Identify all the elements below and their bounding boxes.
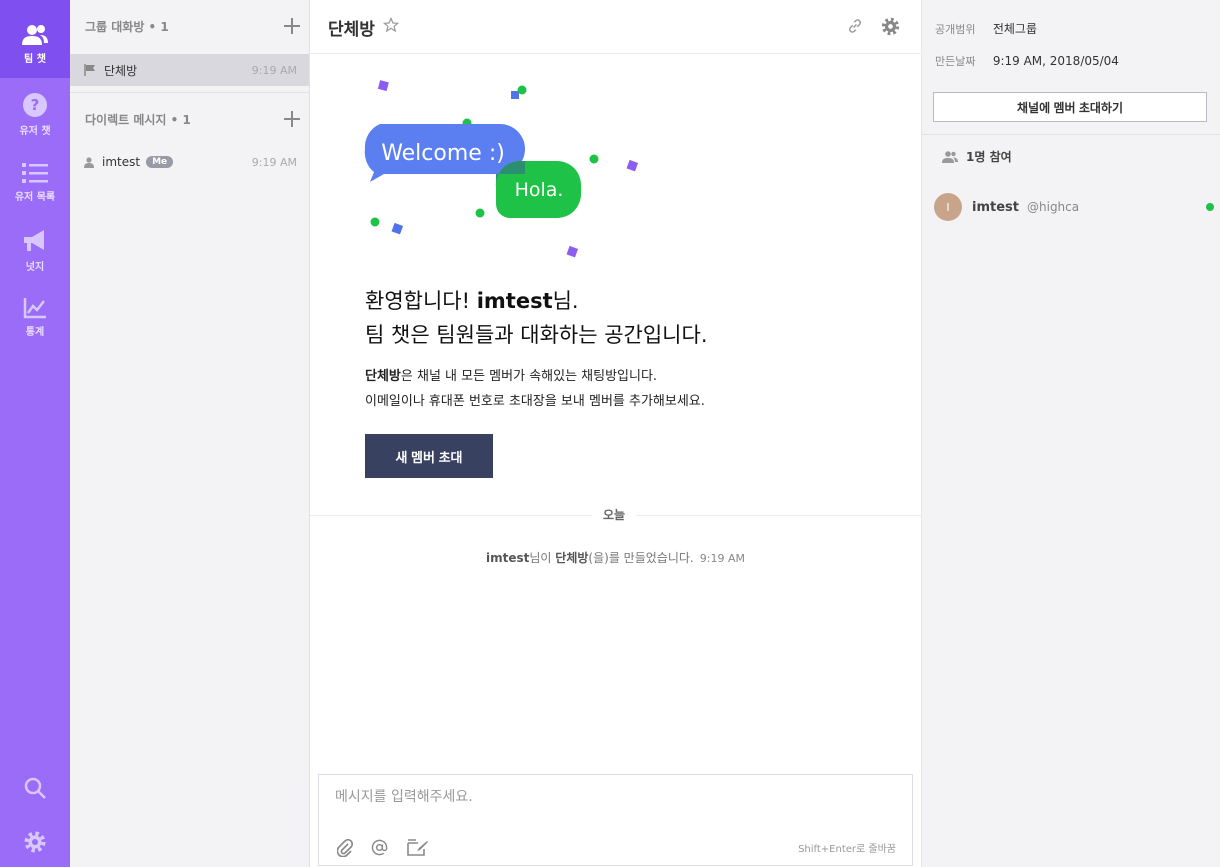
created-value: 9:19 AM, 2018/05/04 [992,54,1119,68]
invite-member-button[interactable]: 새 멤버 초대 [365,434,493,478]
group-room-time: 9:19 AM [251,63,297,77]
rail-settings-button[interactable] [0,830,70,856]
system-message: imtest님이 단체방(을)를 만들었습니다. 9:19 AM [310,549,921,566]
welcome-bubble-text: Welcome :) [381,141,505,166]
right-divider [922,134,1220,135]
rail-label-user-list: 유저 목록 [14,192,56,203]
welcome-illustration: Welcome :) Hola. [364,80,639,258]
welcome-heading-prefix: 환영합니다! [365,289,477,313]
link-icon[interactable] [846,17,864,35]
flag-icon [84,64,95,76]
app-rail: 팀 챗 ? 유저 챗 유저 목록 넛지 통계 [0,0,70,867]
composer-hint: Shift+Enter로 줄바꿈 [798,844,896,855]
star-icon[interactable] [383,17,399,33]
rail-search-button[interactable] [0,776,70,802]
member-row[interactable]: I imtest @highca [934,193,1216,221]
add-group-room-icon[interactable] [284,18,300,34]
message-input[interactable] [335,787,895,807]
group-rooms-title: 그룹 대화방 • 1 [85,19,169,34]
direct-messages-header: 다이렉트 메시지 • 1 [85,104,300,134]
chat-header: 단체방 [310,0,922,54]
user-list-icon [22,163,48,183]
day-label: 오늘 [592,506,637,523]
rail-item-team-chat[interactable]: 팀 챗 [0,0,70,78]
search-icon [24,777,46,799]
svg-text:?: ? [31,96,40,114]
rail-item-user-chat[interactable]: ? 유저 챗 [0,92,70,144]
sidebar-divider [70,92,309,93]
visibility-row: 공개범위 전체그룹 [935,20,1037,37]
rail-label-nudge: 넛지 [25,262,45,273]
sys-time: 9:19 AM [699,552,745,565]
group-rooms-header: 그룹 대화방 • 1 [85,11,300,41]
attach-icon[interactable] [337,839,353,857]
channel-settings-icon[interactable] [881,17,900,36]
desc-line1: 은 채널 내 모든 멤버가 속해있는 채팅방입니다. [400,369,658,384]
group-room-name: 단체방 [104,63,138,78]
welcome-heading-line2: 팀 챗은 팀원들과 대화하는 공간입니다. [365,323,708,347]
stats-icon [23,298,46,319]
channel-info-panel: 공개범위 전체그룹 만든날짜 9:19 AM, 2018/05/04 채널에 멤… [922,0,1220,867]
members-count: 1명 참여 [966,150,1012,164]
channel-title: 단체방 [328,20,375,40]
direct-user-name: imtest [102,155,141,169]
direct-messages-title: 다이렉트 메시지 • 1 [85,112,191,127]
mention-icon[interactable] [371,839,388,856]
direct-time: 9:19 AM [251,155,297,169]
gear-icon [24,831,46,853]
sidebar-item-direct-imtest[interactable]: imtest Me 9:19 AM [70,146,309,178]
rail-item-user-list[interactable]: 유저 목록 [0,162,70,214]
rail-label-team-chat: 팀 챗 [24,54,46,65]
rail-item-nudge[interactable]: 넛지 [0,228,70,280]
members-icon [942,150,958,163]
sidebar-item-group-room[interactable]: 단체방 9:19 AM [70,54,309,86]
sys-user: imtest [486,551,530,565]
online-status-dot [1206,203,1214,211]
welcome-description: 단체방은 채널 내 모든 멤버가 속해있는 채팅방입니다. 이메일이나 휴대폰 … [365,364,705,414]
created-label: 만든날짜 [935,55,976,68]
rail-item-stats[interactable]: 통계 [0,297,70,343]
person-icon [84,156,94,168]
add-direct-message-icon[interactable] [284,111,300,127]
welcome-heading-user: imtest [476,289,553,313]
desc-room-name: 단체방 [365,369,401,384]
sys-mid: 님이 [529,551,556,565]
chat-main: 단체방 Welcome :) Hola. 환영합니다! imtest님. 팀 챗… [310,0,922,867]
welcome-heading: 환영합니다! imtest님. 팀 챗은 팀원들과 대화하는 공간입니다. [365,284,708,352]
sys-room: 단체방 [555,551,589,565]
rail-label-user-chat: 유저 챗 [19,126,51,137]
message-composer: Shift+Enter로 줄바꿈 [318,774,913,866]
rail-label-stats: 통계 [25,327,45,338]
created-row: 만든날짜 9:19 AM, 2018/05/04 [935,53,1119,69]
me-badge: Me [146,156,174,168]
nudge-icon [24,230,44,251]
desc-line2: 이메일이나 휴대폰 번호로 초대장을 보내 멤버를 추가해보세요. [365,394,705,409]
members-header: 1명 참여 [942,148,1012,165]
avatar: I [934,193,962,221]
invite-to-channel-button[interactable]: 채널에 멤버 초대하기 [933,92,1207,122]
member-handle: @highca [1027,200,1080,214]
member-name: imtest [972,199,1019,215]
team-chat-icon [22,25,48,45]
visibility-value: 전체그룹 [992,22,1037,36]
visibility-label: 공개범위 [935,23,976,36]
channel-sidebar: 그룹 대화방 • 1 단체방 9:19 AM 다이렉트 메시지 • 1 imte… [70,0,310,867]
user-chat-icon: ? [23,93,47,117]
welcome-heading-suffix: 님. [552,289,579,313]
sys-end: (을)를 만들었습니다. [588,551,694,565]
compose-icon[interactable] [407,839,429,856]
hola-bubble-text: Hola. [515,179,564,201]
